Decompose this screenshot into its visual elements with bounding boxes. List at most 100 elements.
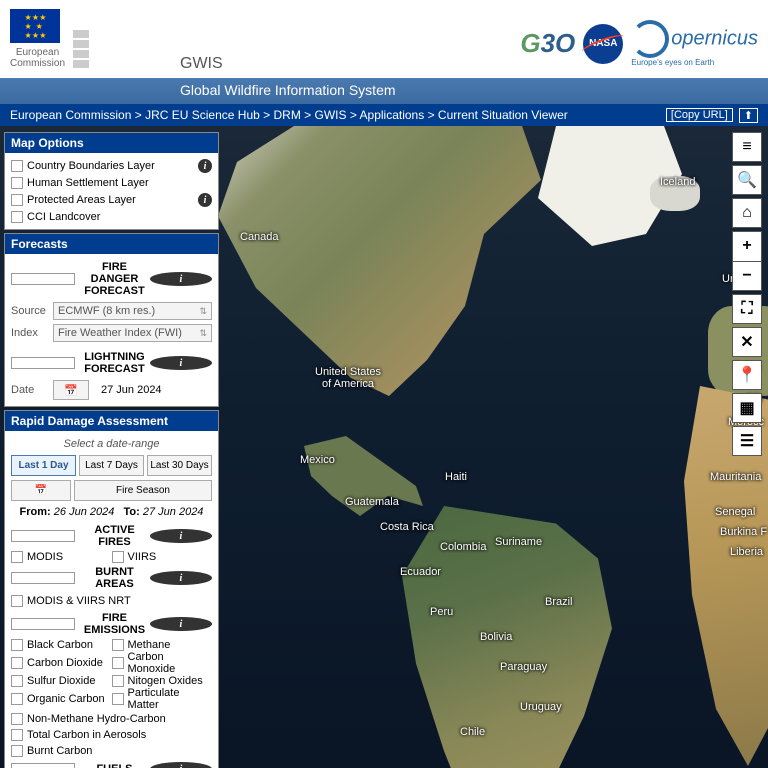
af-label: MODIS [27,551,63,563]
zoom-out-icon[interactable]: − [733,262,761,291]
search-icon[interactable]: 🔍 [732,165,762,195]
marker-icon[interactable]: 📍 [732,360,762,390]
source-select[interactable]: ECMWF (8 km res.) [53,302,212,320]
map-tools: ≡🔍⌂+−⛶✕📍▦☰ [732,132,762,459]
index-label: Index [11,327,49,339]
info-icon[interactable]: i [150,356,212,370]
af-label: VIIRS [128,551,157,563]
burnt-areas-label: BURNT AREAS [83,566,145,590]
copy-url-button[interactable]: [Copy URL] [666,108,733,122]
layer-checkbox[interactable] [11,194,23,206]
zoom-control: +− [732,231,762,291]
fire-season-button[interactable]: Fire Season [74,480,212,501]
fe-checkbox[interactable] [11,675,23,687]
shuffle-icon[interactable]: ✕ [732,327,762,357]
grid-icon[interactable]: ▦ [732,393,762,423]
active-fires-checkbox[interactable] [11,530,75,542]
fe-label: Burnt Carbon [27,745,92,757]
menu-icon[interactable]: ≡ [732,132,762,162]
fe-checkbox[interactable] [112,639,124,651]
breadcrumb-link[interactable]: GWIS [315,108,347,122]
fe-checkbox[interactable] [11,745,23,757]
calendar-button[interactable]: 📅 [53,380,89,400]
fe-label: Sulfur Dioxide [27,675,95,687]
fe-checkbox[interactable] [11,713,23,725]
calendar-range-button[interactable]: 📅 [11,480,71,501]
ec-label: European Commission [10,47,65,69]
main-area: CanadaUnited States of AmericaIcelandMex… [0,126,768,768]
title-bar: Global Wildfire Information System [0,78,768,104]
fe-label: Non-Methane Hydro-Carbon [27,713,166,725]
info-icon[interactable]: i [150,762,212,768]
breadcrumb-link[interactable]: European Commission [10,108,131,122]
breadcrumb-link[interactable]: JRC EU Science Hub [145,108,260,122]
fire-emissions-label: FIRE EMISSIONS [83,612,145,636]
burnt-areas-checkbox[interactable] [11,572,75,584]
ba-opt-label: MODIS & VIIRS NRT [27,595,131,607]
fire-danger-label: FIRE DANGER FORECAST [83,261,145,297]
range-button[interactable]: Last 1 Day [11,455,76,476]
breadcrumb-link[interactable]: DRM [273,108,300,122]
fuels-checkbox[interactable] [11,763,75,768]
list-icon[interactable]: ☰ [732,426,762,456]
af-checkbox[interactable] [11,551,23,563]
layer-checkbox[interactable] [11,177,23,189]
map-options-panel: Map Options Country Boundaries LayeriHum… [4,132,219,230]
fe-checkbox[interactable] [11,657,23,669]
home-icon[interactable]: ⌂ [732,198,762,228]
fe-label: Particulate Matter [128,687,213,711]
info-icon[interactable]: i [150,529,212,543]
info-icon[interactable]: i [150,272,212,286]
source-label: Source [11,305,49,317]
nasa-logo: NASA [583,24,623,64]
fe-label: Carbon Dioxide [27,657,103,669]
layer-checkbox[interactable] [11,160,23,172]
breadcrumb-link[interactable]: Applications [360,108,425,122]
map-options-header[interactable]: Map Options [5,133,218,153]
sidebar: Map Options Country Boundaries LayeriHum… [4,132,219,768]
breadcrumb: European Commission > JRC EU Science Hub… [0,104,768,126]
layer-checkbox[interactable] [11,211,23,223]
fire-danger-checkbox[interactable] [11,273,75,285]
fe-label: Nitogen Oxides [128,675,203,687]
fe-label: Total Carbon in Aerosols [27,729,146,741]
forecasts-panel: Forecasts FIRE DANGER FORECAST i Source EC… [4,233,219,407]
fuels-label: FUELS [83,763,145,768]
fe-label: Organic Carbon [27,693,105,705]
range-button[interactable]: Last 7 Days [79,455,144,476]
af-checkbox[interactable] [112,551,124,563]
info-icon[interactable]: i [150,617,212,631]
forecasts-header[interactable]: Forecasts [5,234,218,254]
fullscreen-icon[interactable]: ⛶ [732,294,762,324]
date-label: Date [11,384,49,396]
breadcrumb-link[interactable]: Current Situation Viewer [438,108,568,122]
zoom-in-icon[interactable]: + [733,232,761,262]
header-white: ★ ★ ★★ ★★ ★ ★ European Commission GWIS G… [0,0,768,78]
breadcrumb-path[interactable]: European Commission > JRC EU Science Hub… [10,108,568,122]
date-range-hint: Select a date-range [11,435,212,453]
lightning-label: LIGHTNING FORECAST [83,351,145,375]
rda-header[interactable]: Rapid Damage Assessment [5,411,218,431]
rda-panel: Rapid Damage Assessment Select a date-ra… [4,410,219,768]
info-icon[interactable]: i [198,193,212,207]
ec-logo: ★ ★ ★★ ★★ ★ ★ European Commission [10,9,89,69]
fe-checkbox[interactable] [11,693,23,705]
layer-label: Human Settlement Layer [27,177,149,189]
active-fires-label: ACTIVE FIRES [83,524,145,548]
lightning-checkbox[interactable] [11,357,75,369]
date-range-display: From: 26 Jun 2024 To: 27 Jun 2024 [11,503,212,521]
info-icon[interactable]: i [150,571,212,585]
collapse-button[interactable]: ⬆ [739,108,758,123]
fire-emissions-checkbox[interactable] [11,618,75,630]
fe-checkbox[interactable] [112,657,124,669]
fe-checkbox[interactable] [11,639,23,651]
geo-logo: G3O [520,28,575,59]
ba-opt-checkbox[interactable] [11,595,23,607]
info-icon[interactable]: i [198,159,212,173]
range-button[interactable]: Last 30 Days [147,455,212,476]
fe-checkbox[interactable] [112,675,124,687]
index-select[interactable]: Fire Weather Index (FWI) [53,324,212,342]
fe-checkbox[interactable] [11,729,23,741]
fe-label: Methane [128,639,171,651]
fe-checkbox[interactable] [112,693,124,705]
